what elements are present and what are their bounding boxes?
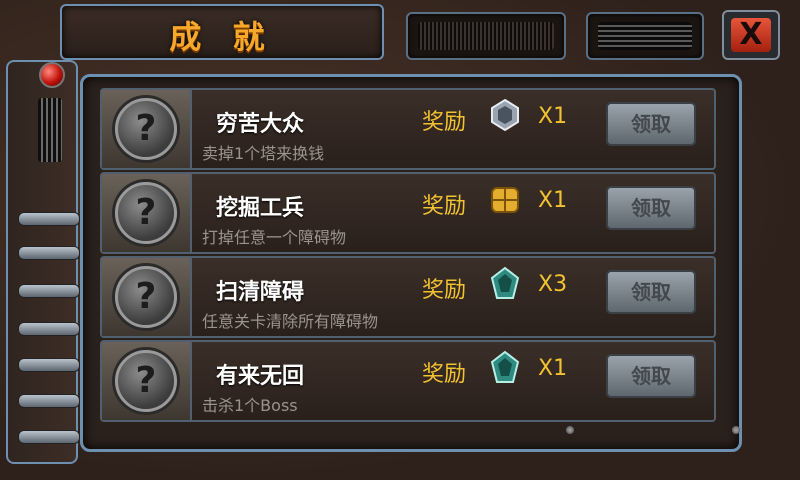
speaker-grille bbox=[406, 12, 566, 60]
achievement-row: ? 穷苦大众 卖掉1个塔来换钱 奖励 X1 领取 bbox=[100, 88, 716, 170]
close-button[interactable]: X bbox=[722, 10, 780, 60]
reward-quantity: X1 bbox=[538, 104, 568, 129]
reward-label: 奖励 bbox=[422, 278, 467, 303]
achievement-description: 卖掉1个塔来换钱 bbox=[202, 144, 325, 163]
achievement-name: 挖掘工兵 bbox=[216, 196, 305, 221]
achievement-icon-box: ? bbox=[102, 174, 192, 252]
achievement-name: 有来无回 bbox=[216, 364, 305, 389]
hinge bbox=[18, 246, 80, 260]
reward-quantity: X1 bbox=[538, 188, 568, 213]
question-mark-icon: ? bbox=[115, 350, 177, 412]
question-mark-icon: ? bbox=[115, 98, 177, 160]
hinge bbox=[18, 322, 80, 336]
question-mark-icon: ? bbox=[115, 266, 177, 328]
claim-button[interactable]: 领取 bbox=[606, 186, 696, 230]
close-icon: X bbox=[731, 18, 771, 52]
achievement-name: 穷苦大众 bbox=[216, 112, 305, 137]
reward-quantity: X3 bbox=[538, 272, 568, 297]
screw bbox=[566, 426, 574, 434]
title-tab: 成 就 bbox=[60, 4, 384, 60]
reward-label: 奖励 bbox=[422, 194, 467, 219]
claim-button[interactable]: 领取 bbox=[606, 270, 696, 314]
claim-button[interactable]: 领取 bbox=[606, 354, 696, 398]
page-title: 成 就 bbox=[169, 18, 275, 56]
achievement-icon-box: ? bbox=[102, 258, 192, 336]
hinge bbox=[18, 358, 80, 372]
question-mark-icon: ? bbox=[115, 182, 177, 244]
screw bbox=[732, 426, 740, 434]
teal-crystal-icon bbox=[490, 266, 520, 299]
achievement-icon-box: ? bbox=[102, 90, 192, 168]
reward-label: 奖励 bbox=[422, 110, 467, 135]
achievement-description: 打掉任意一个障碍物 bbox=[202, 228, 347, 247]
hinge bbox=[18, 430, 80, 444]
indicator-light bbox=[39, 62, 65, 88]
gold-block-icon bbox=[491, 187, 519, 213]
achievement-row: ? 挖掘工兵 打掉任意一个障碍物 奖励 X1 领取 bbox=[100, 172, 716, 254]
teal-crystal-icon bbox=[490, 350, 520, 383]
achievement-row: ? 有来无回 击杀1个Boss 奖励 X1 领取 bbox=[100, 340, 716, 422]
claim-button[interactable]: 领取 bbox=[606, 102, 696, 146]
hinge bbox=[18, 394, 80, 408]
achievement-row: ? 扫清障碍 任意关卡清除所有障碍物 奖励 X3 领取 bbox=[100, 256, 716, 338]
vent-grille bbox=[586, 12, 704, 60]
reward-label: 奖励 bbox=[422, 362, 467, 387]
achievement-name: 扫清障碍 bbox=[216, 280, 305, 305]
achievement-description: 击杀1个Boss bbox=[202, 396, 298, 415]
achievement-description: 任意关卡清除所有障碍物 bbox=[202, 312, 379, 331]
reward-quantity: X1 bbox=[538, 356, 568, 381]
gray-crystal-icon bbox=[491, 98, 519, 132]
achievement-icon-box: ? bbox=[102, 342, 192, 420]
hinge bbox=[18, 212, 80, 226]
hinge bbox=[18, 284, 80, 298]
side-vent bbox=[38, 98, 62, 162]
